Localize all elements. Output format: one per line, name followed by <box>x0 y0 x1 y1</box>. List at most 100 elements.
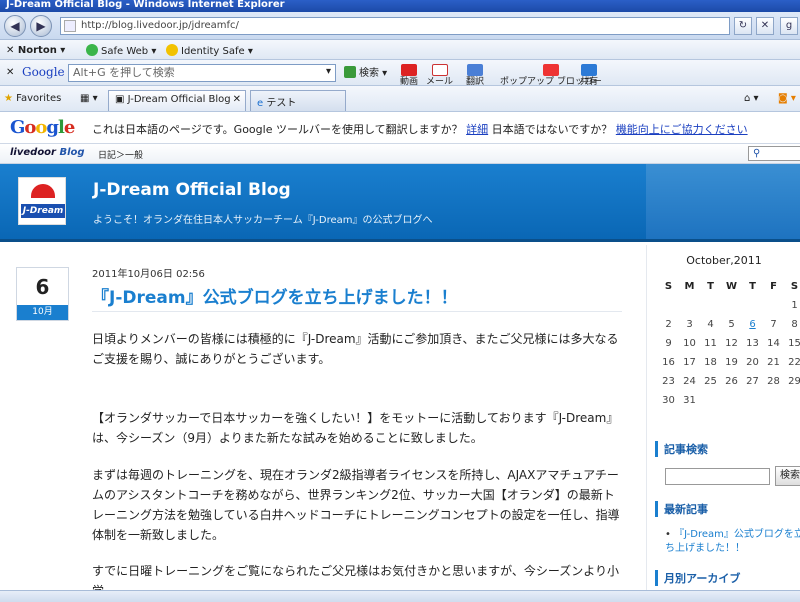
close-icon: ✕ <box>6 45 18 56</box>
calendar-day: 9 <box>665 338 672 349</box>
recent-posts-heading: 最新記事 <box>655 501 708 517</box>
close-icon[interactable]: ✕ <box>233 94 241 105</box>
livedoor-logo[interactable]: livedoor Blog <box>10 147 85 158</box>
safe-web-label: Safe Web <box>101 46 149 57</box>
details-link[interactable]: 詳細 <box>466 123 488 136</box>
main-content: 6 10月 2011年10月06日 02:56 『J-Dream』公式ブログを立… <box>0 245 646 602</box>
calendar-day-link[interactable]: 6 <box>743 319 762 330</box>
calendar-weekday: S <box>664 281 673 292</box>
calendar-day: 31 <box>683 395 696 406</box>
calendar-weekday: M <box>684 281 695 292</box>
mail-button[interactable]: メール <box>426 64 453 87</box>
livedoor-search-input[interactable]: ⚲ <box>748 146 800 161</box>
google-search-button[interactable]: 検索 ▾ <box>344 66 387 80</box>
google-toolbar: ✕ Google Alt+G を押して検索 ▾ 検索 ▾ 動画 メール 翻訳 ポ… <box>0 60 800 87</box>
tab-jdream-blog[interactable]: ▣ J-Dream Official Blog ✕ <box>108 90 246 111</box>
identity-safe-label: Identity Safe <box>181 46 245 57</box>
post-paragraph: 【オランダサッカーで日本サッカーを強くしたい！】をモットーに活動しております『J… <box>92 411 619 445</box>
refresh-icon: ↻ <box>738 20 748 31</box>
quick-tabs-button[interactable]: ▦ ▾ <box>80 92 98 106</box>
monthly-archive-heading: 月別アーカイブ <box>655 570 740 586</box>
calendar-day: 29 <box>788 376 800 387</box>
calendar-day: 8 <box>791 319 798 330</box>
post-datetime: 2011年10月06日 02:56 <box>92 269 205 280</box>
calendar-day: 13 <box>746 338 759 349</box>
post-paragraph: まずは毎週のトレーニングを、現在オランダ2級指導者ライセンスを所持し、AJAXア… <box>92 468 620 542</box>
translate-icon <box>467 64 483 76</box>
forward-button[interactable]: ▶ <box>30 15 52 37</box>
translate-message: これは日本語のページです。Google ツールバーを使用して翻訳しますか？ 詳細… <box>92 121 748 137</box>
grid-icon: ▦ ▾ <box>80 93 98 104</box>
search-provider-button[interactable]: g <box>780 17 798 35</box>
back-button[interactable]: ◀ <box>4 15 26 37</box>
improve-link[interactable]: 機能向上にご協力ください <box>616 123 748 136</box>
date-badge: 6 10月 <box>16 267 69 321</box>
google-toolbar-close[interactable]: ✕ <box>6 66 14 80</box>
norton-toolbar: ✕ Norton ▾ Safe Web ▾ Identity Safe ▾ <box>0 40 800 60</box>
ie-icon: e <box>257 98 264 109</box>
share-button[interactable]: 共有 <box>580 64 598 87</box>
breadcrumb[interactable]: 日記＞一般 <box>98 148 143 161</box>
refresh-button[interactable]: ↻ <box>734 17 752 35</box>
chevron-down-icon: ▾ <box>326 66 332 77</box>
favorites-bar: ★ Favorites ▦ ▾ ▣ J-Dream Official Blog … <box>0 86 800 112</box>
google-search-input[interactable]: Alt+G を押して検索 <box>68 64 336 82</box>
window-title: J-Dream Official Blog - Windows Internet… <box>6 0 285 10</box>
favorites-label: Favorites <box>16 93 62 104</box>
blog-icon[interactable]: J-Dream <box>18 177 66 225</box>
safe-web-button[interactable]: Safe Web ▾ <box>86 44 156 58</box>
blog-title[interactable]: J-Dream Official Blog <box>93 180 291 200</box>
calendar-day: 3 <box>686 319 693 330</box>
translate-prompt-text: これは日本語のページです。Google ツールバーを使用して翻訳しますか？ <box>92 123 463 136</box>
calendar-day: 4 <box>707 319 714 330</box>
stop-button[interactable]: ✕ <box>756 17 774 35</box>
back-arrow-icon: ◀ <box>10 19 20 33</box>
santa-hat-icon <box>31 184 55 198</box>
calendar-day: 22 <box>788 357 800 368</box>
favorites-button[interactable]: ★ Favorites <box>4 92 61 106</box>
translate-button[interactable]: 翻訳 <box>466 64 484 87</box>
calendar-weekday: T <box>707 281 714 292</box>
calendar-day: 26 <box>725 376 738 387</box>
calendar-day: 30 <box>662 395 675 406</box>
url-field[interactable]: http://blog.livedoor.jp/jdreamfc/ <box>60 17 730 35</box>
home-button[interactable]: ⌂ ▾ <box>744 92 759 106</box>
google-toolbar-logo[interactable]: Google <box>22 65 65 79</box>
post-title[interactable]: 『J-Dream』公式ブログを立ち上げました！！ <box>92 283 458 308</box>
article-search-heading: 記事検索 <box>655 441 708 457</box>
recent-post-link[interactable]: • 『J-Dream』公式ブログを立ち上げました！！ <box>665 528 800 556</box>
popup-blocker-icon <box>542 64 559 76</box>
identity-safe-button[interactable]: Identity Safe ▾ <box>166 44 253 58</box>
google-logo: Google <box>10 117 75 138</box>
calendar-day: 14 <box>767 338 780 349</box>
address-bar: ◀ ▶ http://blog.livedoor.jp/jdreamfc/ ↻ … <box>0 12 800 40</box>
calendar-day: 15 <box>788 338 800 349</box>
rss-icon: ◙ ▾ <box>778 93 796 104</box>
calendar-day: 12 <box>725 338 738 349</box>
feeds-button[interactable]: ◙ ▾ <box>778 92 796 106</box>
calendar-weekday: T <box>749 281 756 292</box>
calendar-day: 10 <box>683 338 696 349</box>
calendar-day: 1 <box>791 300 798 311</box>
article-search-button[interactable]: 検索 <box>775 466 800 486</box>
video-button[interactable]: 動画 <box>400 64 418 87</box>
forward-arrow-icon: ▶ <box>36 19 46 33</box>
blog-header: J-Dream J-Dream Official Blog ようこそ！オランダ在… <box>0 164 646 242</box>
calendar-day: 16 <box>662 357 675 368</box>
search-dropdown-arrow[interactable]: ▾ <box>326 65 331 79</box>
tab-label: テスト <box>266 98 297 109</box>
calendar-weekday: W <box>725 281 738 292</box>
status-bar <box>0 590 800 602</box>
lock-icon <box>166 44 178 56</box>
livedoor-bar: livedoor Blog 日記＞一般 ⚲ <box>0 144 800 164</box>
norton-menu[interactable]: ✕ Norton ▾ <box>6 44 65 58</box>
calendar-day: 18 <box>704 357 717 368</box>
article-search-input[interactable] <box>665 468 770 485</box>
livedoor-logo-sub: Blog <box>59 147 85 158</box>
page-favicon-icon <box>64 20 76 32</box>
tab-test[interactable]: e テスト <box>250 90 346 111</box>
share-icon <box>581 64 597 76</box>
calendar-day: 2 <box>665 319 672 330</box>
window-title-bar: J-Dream Official Blog - Windows Internet… <box>0 0 800 12</box>
date-month: 10月 <box>17 305 68 320</box>
